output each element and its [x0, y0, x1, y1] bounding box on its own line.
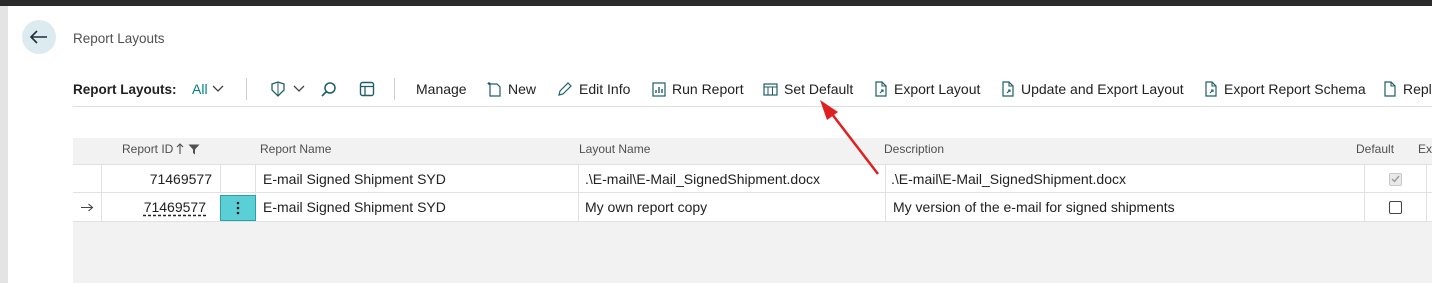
left-edge	[0, 6, 8, 283]
replace-document-icon	[1384, 81, 1396, 97]
set-default-button[interactable]: Set Default	[763, 72, 853, 106]
export-document-icon	[1205, 81, 1217, 97]
report-id-cell[interactable]: 71469577	[102, 165, 212, 193]
column-header-layout-name[interactable]: Layout Name	[579, 142, 650, 156]
action-bar: Report Layouts: All Manage New Edit Info…	[73, 72, 1432, 107]
replace-layout-button[interactable]: Repla	[1383, 72, 1432, 106]
default-cell	[1389, 165, 1409, 193]
table-row-selected[interactable]: 71469577 E-mail Signed Shipment SYD My o…	[73, 192, 1432, 222]
report-name-cell[interactable]: E-mail Signed Shipment SYD	[263, 165, 573, 193]
checkmark-icon	[1391, 175, 1400, 183]
report-name-cell[interactable]: E-mail Signed Shipment SYD	[263, 193, 573, 221]
report-id-value: 71469577	[143, 199, 206, 215]
back-arrow-icon	[30, 30, 47, 44]
export-layout-button[interactable]: Export Layout	[874, 72, 980, 106]
table-icon	[763, 82, 778, 96]
replace-layout-label: Repla	[1403, 81, 1432, 97]
column-header-report-name[interactable]: Report Name	[260, 142, 331, 156]
description-cell[interactable]: My version of the e-mail for signed ship…	[893, 193, 1359, 221]
sort-ascending-icon	[176, 143, 184, 154]
update-export-layout-button[interactable]: Update and Export Layout	[1001, 72, 1184, 106]
new-button[interactable]: New	[487, 72, 536, 106]
layout-settings-button[interactable]	[359, 72, 381, 106]
report-id-header-label: Report ID	[122, 142, 174, 156]
chevron-down-icon	[293, 85, 305, 92]
edit-info-button[interactable]: Edit Info	[557, 72, 630, 106]
layout-name-cell[interactable]: .\E-mail\E-Mail_SignedShipment.docx	[585, 165, 881, 193]
window-top-bar	[0, 0, 1432, 6]
back-button[interactable]	[22, 20, 56, 54]
default-checkbox[interactable]	[1389, 200, 1402, 214]
export-layout-label: Export Layout	[894, 81, 981, 97]
table-row[interactable]: 71469577 E-mail Signed Shipment SYD .\E-…	[73, 164, 1432, 193]
export-report-schema-button[interactable]: Export Report Schema	[1204, 72, 1366, 106]
view-filter-value: All	[192, 81, 208, 97]
column-header-description[interactable]: Description	[884, 142, 944, 156]
edit-info-label: Edit Info	[579, 81, 631, 97]
column-header-report-id[interactable]: Report ID	[122, 142, 200, 156]
export-report-schema-label: Export Report Schema	[1224, 81, 1366, 97]
manage-label: Manage	[416, 81, 467, 97]
report-icon	[652, 81, 666, 97]
right-arrow-icon	[81, 203, 94, 211]
analysis-mode-button[interactable]	[269, 72, 311, 106]
default-cell[interactable]	[1389, 193, 1409, 221]
manage-menu[interactable]: Manage	[416, 72, 467, 106]
more-vertical-icon	[236, 201, 240, 215]
report-id-link[interactable]: 71469577	[102, 193, 206, 221]
export-document-icon	[875, 81, 887, 97]
analysis-icon	[271, 81, 285, 97]
set-default-label: Set Default	[784, 81, 854, 97]
pencil-icon	[558, 82, 572, 96]
export-document-icon	[1002, 81, 1014, 97]
chevron-down-icon	[212, 85, 224, 92]
run-report-label: Run Report	[672, 81, 744, 97]
column-header-default[interactable]: Default	[1356, 142, 1394, 156]
view-label: Report Layouts:	[73, 72, 177, 106]
toolbar-separator	[246, 78, 247, 100]
new-document-icon	[487, 82, 501, 97]
page-title: Report Layouts	[73, 31, 165, 46]
row-actions-button[interactable]	[220, 195, 256, 221]
update-export-layout-label: Update and Export Layout	[1021, 81, 1184, 97]
description-cell[interactable]: .\E-mail\E-Mail_SignedShipment.docx	[891, 165, 1357, 193]
view-filter-dropdown[interactable]: All	[192, 72, 224, 106]
column-header-ext[interactable]: Ext	[1418, 142, 1432, 156]
search-button[interactable]	[320, 72, 343, 106]
current-row-indicator	[81, 193, 99, 221]
layout-name-cell[interactable]: My own report copy	[585, 193, 881, 221]
default-checkbox	[1389, 172, 1402, 186]
new-label: New	[508, 81, 537, 97]
search-icon	[321, 81, 336, 97]
layout-icon	[359, 81, 375, 97]
run-report-button[interactable]: Run Report	[652, 72, 744, 106]
toolbar-separator	[394, 78, 395, 100]
view-label-text: Report Layouts:	[73, 81, 177, 97]
filter-icon	[188, 144, 200, 154]
